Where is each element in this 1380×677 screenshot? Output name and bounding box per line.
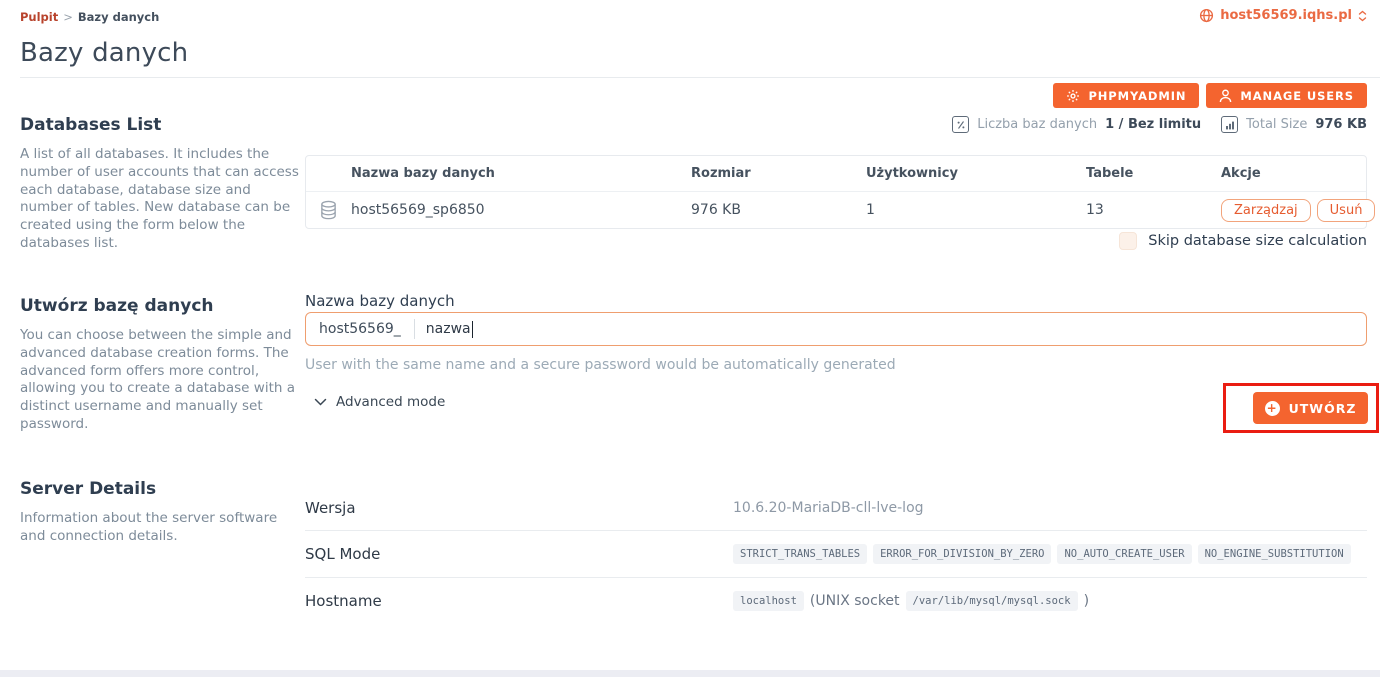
total-size-label: Total Size bbox=[1246, 117, 1307, 132]
database-name-input[interactable]: host56569_ nazwa bbox=[305, 312, 1367, 346]
hostname-value: localhost (UNIX socket /var/lib/mysql/my… bbox=[733, 591, 1367, 611]
stat-db-count: Liczba baz danych 1 / Bez limitu bbox=[952, 116, 1201, 133]
chevron-updown-icon bbox=[1358, 10, 1367, 22]
table-row: host56569_sp6850 976 KB 1 13 Zarządzaj U… bbox=[306, 192, 1366, 228]
db-name-cell: host56569_sp6850 bbox=[306, 202, 691, 218]
breadcrumb-separator: > bbox=[63, 10, 73, 24]
advanced-mode-label: Advanced mode bbox=[336, 394, 445, 410]
hostname-badge: localhost bbox=[733, 591, 804, 611]
text-caret bbox=[472, 321, 473, 338]
server-details-heading: Server Details bbox=[20, 479, 302, 499]
databases-table: Nazwa bazy danych Rozmiar Użytkownicy Ta… bbox=[305, 155, 1367, 229]
sql-mode-badges: STRICT_TRANS_TABLES ERROR_FOR_DIVISION_B… bbox=[733, 544, 1367, 564]
create-button-label: UTWÓRZ bbox=[1289, 401, 1357, 416]
col-size: Rozmiar bbox=[691, 166, 866, 181]
databases-list-section-intro: Databases List A list of all databases. … bbox=[20, 115, 302, 253]
user-icon bbox=[1219, 89, 1232, 103]
create-db-heading: Utwórz bazę danych bbox=[20, 296, 302, 316]
db-count-value: 1 / Bez limitu bbox=[1105, 117, 1201, 132]
server-details-description: Information about the server software an… bbox=[20, 510, 302, 546]
db-name-value: host56569_sp6850 bbox=[351, 202, 485, 218]
col-actions: Akcje bbox=[1221, 166, 1366, 181]
skip-size-checkbox[interactable] bbox=[1119, 232, 1137, 250]
db-tables-value: 13 bbox=[1086, 202, 1221, 218]
db-count-label: Liczba baz danych bbox=[977, 117, 1097, 132]
breadcrumb-current: Bazy danych bbox=[78, 10, 159, 24]
skip-size-label: Skip database size calculation bbox=[1148, 233, 1367, 249]
host-selector-label: host56569.iqhs.pl bbox=[1220, 8, 1352, 23]
bar-chart-icon bbox=[1221, 116, 1238, 133]
toolbar: PHPMYADMIN MANAGE USERS bbox=[1053, 83, 1367, 108]
page-title: Bazy danych bbox=[20, 38, 188, 68]
hostname-close-paren: ) bbox=[1084, 593, 1089, 609]
host-selector[interactable]: host56569.iqhs.pl bbox=[1199, 8, 1367, 23]
db-actions-cell: Zarządzaj Usuń bbox=[1221, 199, 1375, 222]
create-db-section-intro: Utwórz bazę danych You can choose betwee… bbox=[20, 296, 302, 434]
plus-circle-icon: + bbox=[1265, 401, 1280, 416]
server-row-sql-mode: SQL Mode STRICT_TRANS_TABLES ERROR_FOR_D… bbox=[305, 531, 1367, 578]
server-row-version: Wersja 10.6.20-MariaDB-cll-lve-log bbox=[305, 486, 1367, 531]
bottom-strip bbox=[0, 670, 1380, 677]
stat-total-size: Total Size 976 KB bbox=[1221, 116, 1367, 133]
col-users: Użytkownicy bbox=[866, 166, 1086, 181]
database-icon bbox=[319, 200, 338, 220]
breadcrumb-link-pulpit[interactable]: Pulpit bbox=[20, 10, 58, 24]
hostname-socket-text: (UNIX socket bbox=[810, 593, 900, 609]
globe-icon bbox=[1199, 8, 1214, 23]
sql-mode-badge: NO_ENGINE_SUBSTITUTION bbox=[1198, 544, 1351, 564]
sql-mode-badge: ERROR_FOR_DIVISION_BY_ZERO bbox=[873, 544, 1051, 564]
input-helper-text: User with the same name and a secure pas… bbox=[305, 357, 896, 373]
input-value: nazwa bbox=[426, 321, 471, 337]
db-name-field-label: Nazwa bazy danych bbox=[305, 292, 455, 310]
total-size-value: 976 KB bbox=[1315, 117, 1367, 132]
phpmyadmin-button-label: PHPMYADMIN bbox=[1088, 89, 1186, 103]
skip-size-row: Skip database size calculation bbox=[1119, 232, 1367, 250]
sql-mode-label: SQL Mode bbox=[305, 545, 733, 563]
create-db-description: You can choose between the simple and ad… bbox=[20, 327, 302, 434]
sql-mode-badge: NO_AUTO_CREATE_USER bbox=[1057, 544, 1191, 564]
version-label: Wersja bbox=[305, 499, 733, 517]
version-value: 10.6.20-MariaDB-cll-lve-log bbox=[733, 500, 1367, 516]
stats-row: Liczba baz danych 1 / Bez limitu Total S… bbox=[952, 116, 1367, 133]
chevron-down-icon bbox=[314, 398, 327, 406]
col-tables: Tabele bbox=[1086, 166, 1221, 181]
hostname-socket-badge: /var/lib/mysql/mysql.sock bbox=[906, 591, 1078, 611]
server-details-rows: Wersja 10.6.20-MariaDB-cll-lve-log SQL M… bbox=[305, 486, 1367, 624]
db-users-value: 1 bbox=[866, 202, 1086, 218]
table-header-row: Nazwa bazy danych Rozmiar Użytkownicy Ta… bbox=[306, 156, 1366, 192]
databases-list-description: A list of all databases. It includes the… bbox=[20, 146, 302, 253]
db-size-value: 976 KB bbox=[691, 202, 866, 218]
advanced-mode-toggle[interactable]: Advanced mode bbox=[314, 394, 445, 410]
server-row-hostname: Hostname localhost (UNIX socket /var/lib… bbox=[305, 578, 1367, 624]
phpmyadmin-button[interactable]: PHPMYADMIN bbox=[1053, 83, 1199, 108]
hostname-label: Hostname bbox=[305, 592, 733, 610]
manage-users-button-label: MANAGE USERS bbox=[1240, 89, 1354, 103]
col-name: Nazwa bazy danych bbox=[306, 166, 691, 181]
delete-db-button[interactable]: Usuń bbox=[1317, 199, 1376, 222]
db-count-icon bbox=[952, 116, 969, 133]
title-divider bbox=[20, 77, 1380, 78]
breadcrumb: Pulpit > Bazy danych bbox=[20, 10, 159, 24]
server-details-section-intro: Server Details Information about the ser… bbox=[20, 479, 302, 546]
sql-mode-badge: STRICT_TRANS_TABLES bbox=[733, 544, 867, 564]
input-value-wrap: nazwa bbox=[415, 321, 473, 338]
gear-icon bbox=[1066, 89, 1080, 103]
databases-list-heading: Databases List bbox=[20, 115, 302, 135]
input-prefix: host56569_ bbox=[306, 321, 414, 337]
manage-users-button[interactable]: MANAGE USERS bbox=[1206, 83, 1367, 108]
create-button[interactable]: + UTWÓRZ bbox=[1253, 392, 1368, 424]
manage-db-button[interactable]: Zarządzaj bbox=[1221, 199, 1311, 222]
